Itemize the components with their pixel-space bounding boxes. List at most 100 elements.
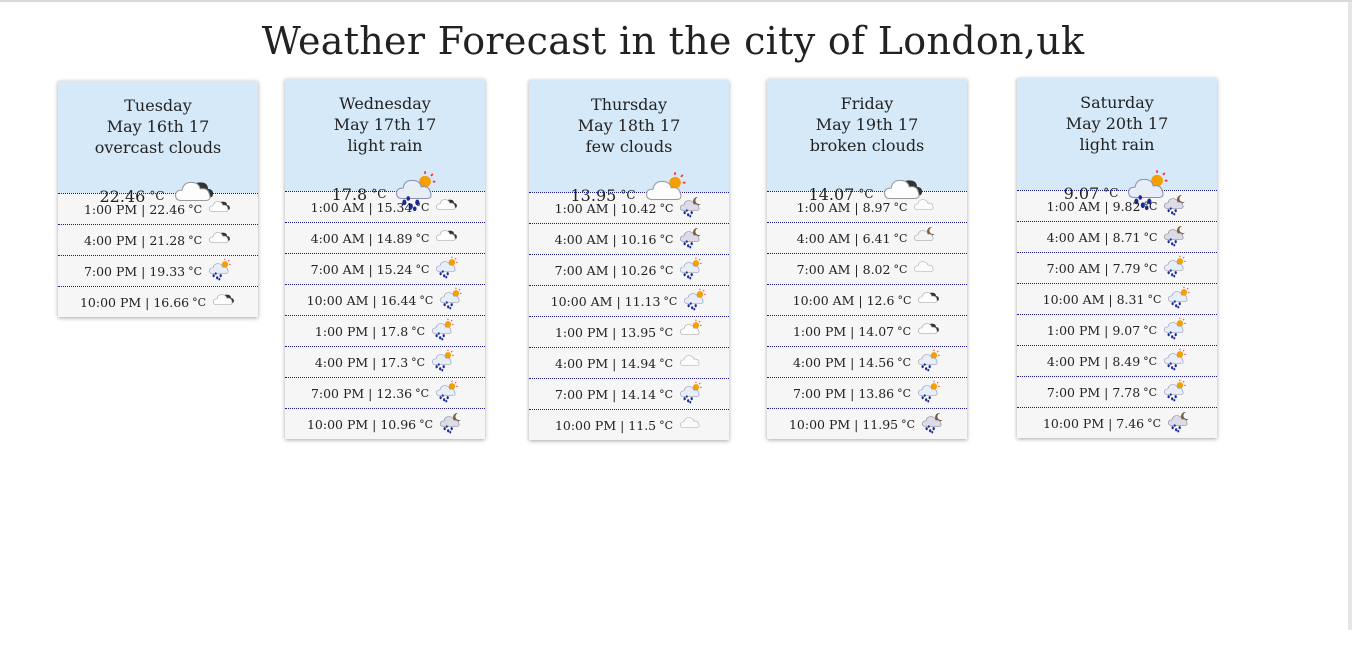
overcast-clouds-icon [917,287,941,314]
light-rain-icon [917,349,941,376]
temp-unit: °C [419,417,434,431]
hourly-row: 4:00 AM | 10.16 °C [529,223,729,254]
few-clouds-icon [679,319,703,346]
hourly-row: 7:00 AM | 15.24 °C [285,253,485,284]
day-name: Thursday [591,95,667,114]
night-rain-icon [921,411,945,438]
hourly-time-temp: 10:00 PM | 16.66 [79,294,190,310]
night-rain-icon [1167,410,1191,437]
cloud-icon [913,256,937,283]
night-rain-icon [1163,193,1187,220]
hourly-time-temp: 4:00 PM | 14.56 [792,354,895,370]
day-description: broken clouds [809,136,925,155]
day-description: overcast clouds [94,138,222,157]
light-rain-icon [435,380,459,407]
temp-unit: °C [893,262,908,276]
temp-unit: °C [659,356,674,370]
hourly-time-temp: 4:00 AM | 8.71 [1046,229,1141,245]
hourly-time-temp: 1:00 PM | 22.46 [83,201,186,217]
day-date: May 16th 17 [106,117,210,136]
temp-unit: °C [901,417,916,431]
light-rain-icon [1163,255,1187,282]
day-card-tuesday: Tuesday May 16th 17 overcast clouds 22.4… [58,81,258,317]
hourly-row: 10:00 PM | 16.66 °C [58,286,258,317]
hourly-row: 4:00 PM | 14.94 °C [529,347,729,378]
light-rain-icon [679,381,703,408]
light-rain-icon [431,318,455,345]
hourly-time-temp: 4:00 PM | 8.49 [1046,353,1141,369]
overcast-clouds-icon [208,196,232,223]
temp-unit: °C [415,386,430,400]
hourly-time-temp: 10:00 PM | 7.46 [1042,415,1145,431]
hourly-row: 1:00 PM | 14.07 °C [767,315,967,346]
temp-unit: °C [415,200,430,214]
temp-unit: °C [1143,323,1158,337]
hourly-time-temp: 4:00 AM | 6.41 [796,230,891,246]
light-rain-icon [1163,379,1187,406]
day-name: Saturday [1080,93,1154,112]
temp-unit: °C [659,387,674,401]
hourly-row: 4:00 PM | 21.28 °C [58,224,258,255]
hourly-time-temp: 10:00 PM | 11.5 [554,417,657,433]
hourly-time-temp: 7:00 PM | 14.14 [554,386,657,402]
temp-unit: °C [1143,230,1158,244]
hourly-time-temp: 1:00 AM | 8.97 [796,199,891,215]
temp-unit: °C [897,293,912,307]
day-header: Wednesday May 17th 17 light rain 17.8 °C [285,79,485,212]
overcast-clouds-icon [917,318,941,345]
temp-unit: °C [1147,416,1162,430]
temp-unit: °C [897,355,912,369]
temp-unit: °C [419,293,434,307]
hourly-time-temp: 10:00 AM | 12.6 [792,292,895,308]
day-name: Friday [840,94,894,113]
hourly-time-temp: 7:00 AM | 15.24 [310,261,413,277]
hourly-time-temp: 1:00 PM | 17.8 [314,323,409,339]
day-header: Friday May 19th 17 broken clouds 14.07 °… [767,79,967,204]
light-rain-icon [683,288,707,315]
hourly-row: 10:00 AM | 16.44 °C [285,284,485,315]
hourly-row: 4:00 PM | 14.56 °C [767,346,967,377]
hourly-row: 4:00 PM | 17.3 °C [285,346,485,377]
temp-unit: °C [1143,261,1158,275]
day-header: Tuesday May 16th 17 overcast clouds 22.4… [58,81,258,206]
hourly-row: 7:00 PM | 7.78 °C [1017,376,1217,407]
hourly-row: 10:00 AM | 8.31 °C [1017,283,1217,314]
hourly-time-temp: 1:00 PM | 13.95 [554,324,657,340]
hourly-time-temp: 7:00 AM | 10.26 [554,262,657,278]
hourly-time-temp: 10:00 AM | 8.31 [1042,291,1145,307]
light-rain-icon [917,380,941,407]
light-rain-icon [208,258,232,285]
hourly-row: 7:00 PM | 12.36 °C [285,377,485,408]
hourly-row: 1:00 PM | 13.95 °C [529,316,729,347]
hourly-row: 7:00 PM | 14.14 °C [529,378,729,409]
temp-unit: °C [188,264,203,278]
hourly-time-temp: 1:00 AM | 15.34 [310,199,413,215]
temp-unit: °C [893,200,908,214]
light-rain-icon [435,256,459,283]
hourly-time-temp: 7:00 PM | 13.86 [792,385,895,401]
hourly-time-temp: 4:00 PM | 14.94 [554,355,657,371]
hourly-time-temp: 1:00 PM | 14.07 [792,323,895,339]
hourly-row: 1:00 PM | 17.8 °C [285,315,485,346]
scrollbar[interactable] [1348,2,1352,630]
day-card-wednesday: Wednesday May 17th 17 light rain 17.8 °C… [285,79,485,439]
temp-unit: °C [188,202,203,216]
temp-unit: °C [663,294,678,308]
hourly-row: 10:00 PM | 11.5 °C [529,409,729,440]
day-date: May 19th 17 [815,115,919,134]
overcast-clouds-icon [435,194,459,221]
temp-unit: °C [188,233,203,247]
day-description: light rain [1079,135,1155,154]
temp-unit: °C [659,201,674,215]
hourly-row: 4:00 AM | 6.41 °C [767,222,967,253]
overcast-clouds-icon [435,225,459,252]
hourly-row: 4:00 PM | 8.49 °C [1017,345,1217,376]
day-card-saturday: Saturday May 20th 17 light rain 9.07 °C … [1017,78,1217,438]
page-title: Weather Forecast in the city of London,u… [261,19,1085,63]
temp-unit: °C [1147,292,1162,306]
day-name: Tuesday [124,96,192,115]
day-card-thursday: Thursday May 18th 17 few clouds 13.95 °C… [529,80,729,440]
hourly-row: 10:00 PM | 7.46 °C [1017,407,1217,438]
temp-unit: °C [411,355,426,369]
day-header: Saturday May 20th 17 light rain 9.07 °C [1017,78,1217,211]
